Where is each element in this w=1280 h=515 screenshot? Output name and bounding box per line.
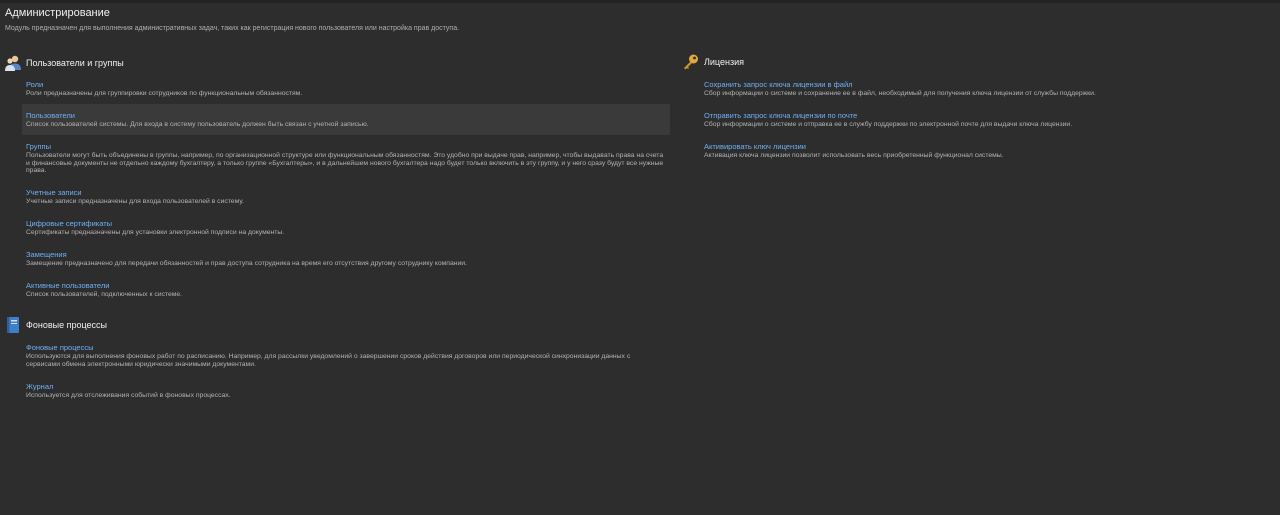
activate-license-link[interactable]: Активировать ключ лицензии [704, 142, 1264, 151]
certificates-description: Сертификаты предназначены для установки … [26, 229, 285, 236]
roles-link[interactable]: Роли [26, 80, 666, 89]
key-icon [682, 53, 700, 71]
substitutions-link[interactable]: Замещения [26, 250, 666, 259]
section-background-title: Фоновые процессы [26, 320, 107, 330]
groups-description: Пользователи могут быть объединены в гру… [26, 152, 664, 174]
list-item-journal[interactable]: Журнал Используется для отслеживания соб… [26, 382, 666, 400]
section-users-title: Пользователи и группы [26, 58, 124, 68]
list-item-accounts[interactable]: Учетные записи Учетные записи предназнач… [26, 188, 666, 206]
list-item-roles[interactable]: Роли Роли предназначены для группировки … [26, 80, 666, 98]
journal-link[interactable]: Журнал [26, 382, 666, 391]
section-license-title: Лицензия [704, 57, 744, 67]
substitutions-description: Замещение предназначено для передачи обя… [26, 260, 467, 267]
page-title: Администрирование [5, 7, 110, 19]
accounts-description: Учетные записи предназначены для входа п… [26, 198, 244, 205]
journal-description: Используется для отслеживания событий в … [26, 392, 231, 399]
page-subtitle: Модуль предназначен для выполнения админ… [5, 25, 460, 32]
section-background-header: Фоновые процессы [4, 316, 107, 334]
section-users-header: Пользователи и группы [4, 54, 124, 72]
list-item-users[interactable]: Пользователи Список пользователей систем… [26, 111, 666, 129]
list-item-active-users[interactable]: Активные пользователи Список пользовател… [26, 281, 666, 299]
book-icon [4, 316, 22, 334]
users-link[interactable]: Пользователи [26, 111, 666, 120]
groups-link[interactable]: Группы [26, 142, 666, 151]
accounts-link[interactable]: Учетные записи [26, 188, 666, 197]
send-license-request-link[interactable]: Отправить запрос ключа лицензии по почте [704, 111, 1264, 120]
active-users-link[interactable]: Активные пользователи [26, 281, 666, 290]
list-item-groups[interactable]: Группы Пользователи могут быть объединен… [26, 142, 666, 175]
send-license-request-description: Сбор информации о системе и отправка ее … [704, 121, 1073, 128]
background-processes-link[interactable]: Фоновые процессы [26, 343, 666, 352]
top-bar [0, 0, 1280, 3]
active-users-description: Список пользователей, подключенных к сис… [26, 291, 183, 298]
list-item-save-license-request[interactable]: Сохранить запрос ключа лицензии в файл С… [704, 80, 1264, 98]
list-item-background-processes[interactable]: Фоновые процессы Используются для выполн… [26, 343, 666, 368]
list-item-activate-license[interactable]: Активировать ключ лицензии Активация клю… [704, 142, 1264, 160]
save-license-request-description: Сбор информации о системе и сохранение е… [704, 90, 1096, 97]
section-license-header: Лицензия [682, 53, 744, 71]
background-processes-description: Используются для выполнения фоновых рабо… [26, 353, 631, 368]
users-description: Список пользователей системы. Для входа … [26, 121, 369, 128]
save-license-request-link[interactable]: Сохранить запрос ключа лицензии в файл [704, 80, 1264, 89]
roles-description: Роли предназначены для группировки сотру… [26, 90, 303, 97]
activate-license-description: Активация ключа лицензии позволит исполь… [704, 152, 1004, 159]
list-item-send-license-request[interactable]: Отправить запрос ключа лицензии по почте… [704, 111, 1264, 129]
users-icon [4, 54, 22, 72]
certificates-link[interactable]: Цифровые сертификаты [26, 219, 666, 228]
list-item-substitutions[interactable]: Замещения Замещение предназначено для пе… [26, 250, 666, 268]
list-item-certificates[interactable]: Цифровые сертификаты Сертификаты предназ… [26, 219, 666, 237]
